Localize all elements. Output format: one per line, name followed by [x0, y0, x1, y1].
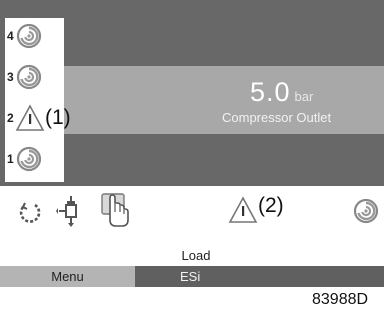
- operating-state-label: Load: [181, 248, 211, 263]
- menu-bar: Menu ESi: [0, 266, 384, 287]
- esi-tab[interactable]: ESi: [135, 266, 384, 287]
- figure-id: 83988D: [312, 291, 369, 308]
- compressor-number: 4: [7, 29, 14, 43]
- compressor-item-2[interactable]: 2 (1): [5, 104, 71, 132]
- pressure-value: 5.0: [250, 77, 291, 107]
- valve-icon[interactable]: [56, 194, 86, 230]
- compressor-item-3[interactable]: 3: [5, 63, 64, 91]
- pressure-readout: 5.0 bar: [250, 77, 360, 109]
- compressor-item-4[interactable]: 4: [5, 22, 64, 50]
- compressor-number: 3: [7, 70, 14, 84]
- compressor-swirl-icon: [16, 23, 42, 49]
- pressure-unit: bar: [294, 89, 314, 104]
- operating-state: Load: [0, 248, 384, 263]
- status-icon-row: (2): [0, 190, 384, 240]
- controller-screen: 4 3 2 (1) 1 5.0 bar Compressor Outlet (2…: [0, 0, 384, 318]
- compressor-item-1[interactable]: 1: [5, 145, 64, 173]
- warning-triangle-icon: [15, 104, 45, 131]
- callout-2: (2): [258, 194, 284, 217]
- compressor-swirl-icon: [16, 146, 42, 172]
- hand-touch-icon[interactable]: [98, 192, 132, 230]
- compressor-swirl-icon: [16, 64, 42, 90]
- menu-button[interactable]: Menu: [0, 266, 135, 287]
- compressor-list: 4 3 2 (1) 1: [5, 18, 71, 182]
- compressor-number: 1: [7, 152, 14, 166]
- warning-triangle-icon[interactable]: [228, 196, 258, 224]
- compressor-number: 2: [7, 111, 14, 125]
- pressure-label: Compressor Outlet: [222, 110, 332, 125]
- compressor-swirl-icon[interactable]: [353, 198, 379, 224]
- callout-1: (1): [45, 106, 71, 129]
- power-cycle-icon[interactable]: [17, 200, 43, 226]
